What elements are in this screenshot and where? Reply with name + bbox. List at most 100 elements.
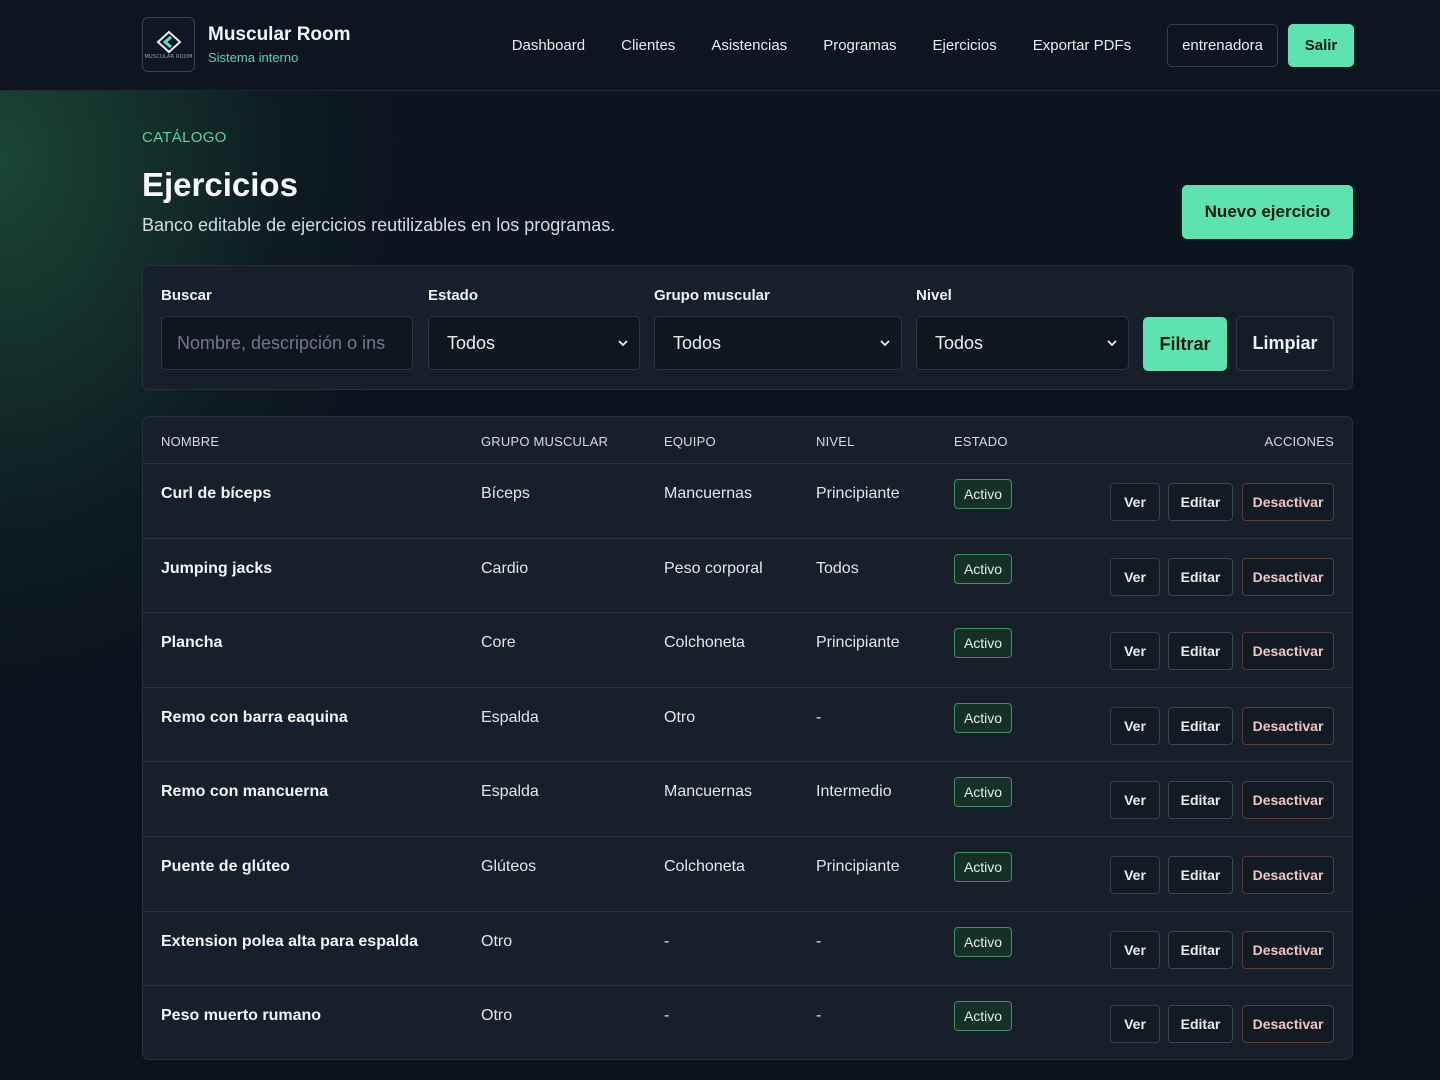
view-button[interactable]: Ver bbox=[1110, 706, 1160, 745]
deactivate-button[interactable]: Desactivar bbox=[1242, 1005, 1334, 1044]
filter-button[interactable]: Filtrar bbox=[1143, 317, 1227, 371]
status-badge: Activo bbox=[954, 1001, 1012, 1032]
cell-name: Jumping jacks bbox=[161, 559, 273, 577]
table-header: NOMBRE GRUPO MUSCULAR EQUIPO NIVEL ESTAD… bbox=[143, 417, 1352, 464]
nav-link-dashboard[interactable]: Dashboard bbox=[512, 37, 585, 54]
table-row: Remo con mancuerna Espalda Mancuernas Inter… bbox=[143, 762, 1352, 837]
deactivate-button[interactable]: Desactivar bbox=[1242, 557, 1334, 596]
cell-muscle-group: Espalda bbox=[481, 783, 539, 801]
estado-select-value: Todos bbox=[447, 332, 496, 353]
cell-muscle-group: Bíceps bbox=[481, 485, 530, 502]
deactivate-button[interactable]: Desactivar bbox=[1242, 930, 1334, 969]
column-header-nivel: NIVEL bbox=[816, 434, 855, 449]
status-badge: Activo bbox=[954, 777, 1012, 808]
deactivate-button[interactable]: Desactivar bbox=[1242, 706, 1334, 745]
estado-select[interactable]: Todos bbox=[428, 316, 640, 370]
cell-level: Principiante bbox=[816, 485, 900, 502]
cell-muscle-group: Cardio bbox=[481, 559, 529, 577]
deactivate-button[interactable]: Desactivar bbox=[1242, 855, 1334, 894]
search-input[interactable]: Nombre, descripción o ins bbox=[161, 316, 413, 370]
chevron-down-icon bbox=[880, 340, 890, 347]
brand-name: Muscular Room bbox=[208, 23, 351, 45]
edit-button[interactable]: Editar bbox=[1168, 557, 1233, 596]
cell-equipment: Colchoneta bbox=[664, 634, 745, 652]
cell-name: Puente de glúteo bbox=[161, 857, 290, 875]
cell-level: Principiante bbox=[816, 634, 900, 652]
cell-muscle-group: Espalda bbox=[481, 708, 539, 726]
table-body: Curl de bíceps Bíceps Mancuernas Principian… bbox=[143, 464, 1352, 1059]
status-badge: Activo bbox=[954, 628, 1012, 659]
cell-equipment: Mancuernas bbox=[664, 783, 753, 801]
view-button[interactable]: Ver bbox=[1110, 855, 1160, 894]
view-button[interactable]: Ver bbox=[1110, 483, 1160, 521]
view-button[interactable]: Ver bbox=[1110, 557, 1160, 596]
status-badge: Activo bbox=[954, 702, 1012, 733]
grupo-select-value: Todos bbox=[673, 332, 722, 353]
edit-button[interactable]: Editar bbox=[1168, 632, 1233, 671]
edit-button[interactable]: Editar bbox=[1168, 930, 1233, 969]
search-label: Buscar bbox=[161, 287, 212, 304]
nav-link-exportar-pdfs[interactable]: Exportar PDFs bbox=[1033, 37, 1131, 54]
table-row: Remo con barra eaquina Espalda Otro - Activo… bbox=[143, 688, 1352, 763]
filter-panel: Buscar Nombre, descripción o ins Estado … bbox=[142, 265, 1353, 390]
edit-button[interactable]: Editar bbox=[1168, 781, 1233, 820]
nav-link-ejercicios[interactable]: Ejercicios bbox=[933, 37, 997, 54]
table-row: Extension polea alta para espalda Otro - - A… bbox=[143, 912, 1352, 987]
table-row: Plancha Core Colchoneta Principiante Activo V… bbox=[143, 613, 1352, 688]
cell-equipment: - bbox=[664, 1007, 670, 1025]
new-exercise-button[interactable]: Nuevo ejercicio bbox=[1182, 185, 1353, 239]
section-eyebrow: CATÁLOGO bbox=[142, 129, 227, 146]
nivel-select-value: Todos bbox=[935, 332, 984, 353]
cell-name: Extension polea alta para espalda bbox=[161, 932, 418, 950]
cell-name: Curl de bíceps bbox=[161, 485, 272, 502]
status-badge: Activo bbox=[954, 553, 1012, 584]
status-badge: Activo bbox=[954, 479, 1012, 509]
cell-level: - bbox=[816, 932, 822, 950]
edit-button[interactable]: Editar bbox=[1168, 1005, 1233, 1044]
grupo-select[interactable]: Todos bbox=[654, 316, 902, 370]
deactivate-button[interactable]: Desactivar bbox=[1242, 632, 1334, 671]
view-button[interactable]: Ver bbox=[1110, 781, 1160, 820]
cell-level: - bbox=[816, 708, 822, 726]
view-button[interactable]: Ver bbox=[1110, 632, 1160, 671]
brand-text: Muscular Room Sistema interno bbox=[208, 24, 351, 66]
exercises-table: NOMBRE GRUPO MUSCULAR EQUIPO NIVEL ESTAD… bbox=[142, 416, 1353, 1060]
user-menu-button[interactable]: entrenadora bbox=[1167, 24, 1278, 67]
page-description: Banco editable de ejercicios reutilizabl… bbox=[142, 215, 616, 235]
view-button[interactable]: Ver bbox=[1110, 1005, 1160, 1044]
clear-button[interactable]: Limpiar bbox=[1236, 316, 1334, 371]
cell-name: Peso muerto rumano bbox=[161, 1007, 322, 1025]
top-navbar: MUSCULAR ROOM Muscular Room Sistema inte… bbox=[0, 0, 1440, 91]
cell-equipment: Otro bbox=[664, 708, 696, 726]
deactivate-button[interactable]: Desactivar bbox=[1242, 483, 1334, 521]
cell-muscle-group: Glúteos bbox=[481, 857, 537, 875]
logo-mark-icon bbox=[156, 30, 181, 53]
status-badge: Activo bbox=[954, 926, 1012, 957]
logout-button[interactable]: Salir bbox=[1288, 24, 1354, 67]
chevron-down-icon bbox=[1107, 340, 1117, 347]
chevron-down-icon bbox=[618, 340, 628, 347]
view-button[interactable]: Ver bbox=[1110, 930, 1160, 969]
nivel-select[interactable]: Todos bbox=[916, 316, 1129, 370]
cell-muscle-group: Core bbox=[481, 634, 516, 652]
nav-link-clientes[interactable]: Clientes bbox=[621, 37, 675, 54]
table-row: Jumping jacks Cardio Peso corporal Todos Act… bbox=[143, 539, 1352, 614]
nav-link-programas[interactable]: Programas bbox=[823, 37, 896, 54]
brand[interactable]: MUSCULAR ROOM Muscular Room Sistema inte… bbox=[142, 17, 351, 72]
column-header-grupo: GRUPO MUSCULAR bbox=[481, 434, 609, 449]
edit-button[interactable]: Editar bbox=[1168, 855, 1233, 894]
status-badge: Activo bbox=[954, 851, 1012, 882]
deactivate-button[interactable]: Desactivar bbox=[1242, 781, 1334, 820]
cell-level: Principiante bbox=[816, 857, 900, 875]
nav-link-asistencias[interactable]: Asistencias bbox=[711, 37, 787, 54]
cell-equipment: Mancuernas bbox=[664, 485, 753, 502]
nav-links: Dashboard Clientes Asistencias Programas… bbox=[512, 24, 1354, 67]
cell-muscle-group: Otro bbox=[481, 932, 513, 950]
edit-button[interactable]: Editar bbox=[1168, 483, 1233, 521]
nivel-label: Nivel bbox=[916, 287, 952, 304]
cell-level: Todos bbox=[816, 559, 859, 577]
grupo-label: Grupo muscular bbox=[654, 287, 770, 304]
table-row: Peso muerto rumano Otro - - Activo Ver Editar D… bbox=[143, 986, 1352, 1059]
cell-equipment: Peso corporal bbox=[664, 559, 763, 577]
edit-button[interactable]: Editar bbox=[1168, 706, 1233, 745]
